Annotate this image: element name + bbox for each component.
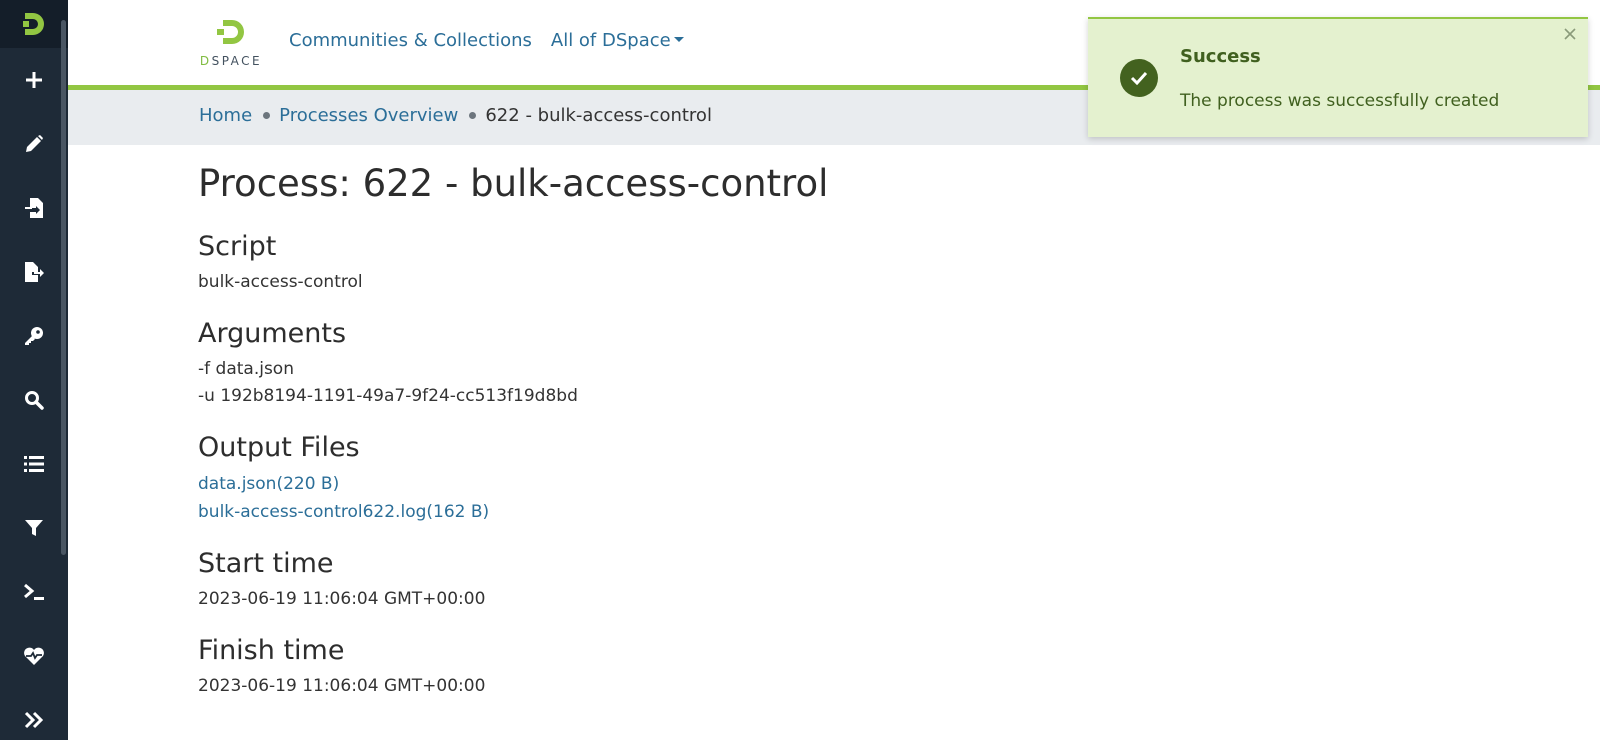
sidebar-item-registries[interactable]	[0, 432, 68, 496]
nav-all-of-dspace-label: All of DSpace	[550, 30, 671, 51]
dspace-logo-icon	[217, 20, 244, 44]
argument-item: -f data.json	[198, 359, 294, 379]
finish-time-heading: Finish time	[198, 635, 345, 666]
breadcrumb-separator	[469, 112, 477, 119]
start-time-heading: Start time	[198, 548, 334, 579]
start-time-section: Start time 2023-06-19 11:06:04 GMT+00:00	[198, 546, 1098, 613]
argument-item: -u 192b8194-1191-49a7-9f24-cc513f19d8bd	[198, 386, 578, 406]
sidebar-item-new[interactable]	[0, 48, 68, 112]
check-circle-icon	[1120, 59, 1158, 97]
main-nav: Communities & Collections All of DSpace	[289, 30, 684, 51]
sidebar-item-expand[interactable]	[0, 688, 68, 752]
sidebar-item-curation[interactable]	[0, 496, 68, 560]
finish-time-section: Finish time 2023-06-19 11:06:04 GMT+00:0…	[198, 633, 1098, 700]
toast-message: The process was successfully created	[1180, 91, 1500, 111]
output-file-link[interactable]: data.json(220 B)	[198, 470, 1098, 498]
close-icon[interactable]	[1562, 26, 1578, 42]
list-icon	[24, 456, 44, 472]
dspace-logo-icon	[23, 13, 44, 35]
arguments-section: Arguments -f data.json -u 192b8194-1191-…	[198, 316, 1098, 410]
output-file-link[interactable]: bulk-access-control622.log(162 B)	[198, 498, 1098, 526]
start-time-value: 2023-06-19 11:06:04 GMT+00:00	[198, 589, 486, 609]
output-files-heading: Output Files	[198, 432, 360, 463]
finish-time-value: 2023-06-19 11:06:04 GMT+00:00	[198, 676, 486, 696]
toast-title: Success	[1180, 46, 1261, 67]
output-files-section: Output Files data.json(220 B) bulk-acces…	[198, 430, 1098, 526]
caret-down-icon	[673, 37, 684, 42]
filter-icon	[25, 520, 43, 536]
script-heading: Script	[198, 231, 277, 262]
sidebar-item-import[interactable]	[0, 176, 68, 240]
arguments-heading: Arguments	[198, 318, 347, 349]
heartbeat-icon	[24, 647, 44, 665]
file-import-icon	[25, 198, 43, 218]
success-toast: Success The process was successfully cre…	[1088, 17, 1588, 137]
brand-wordmark: DSPACE	[199, 54, 263, 68]
file-export-icon	[25, 262, 44, 282]
admin-sidebar	[0, 0, 68, 740]
sidebar-item-export[interactable]	[0, 240, 68, 304]
breadcrumb-home[interactable]: Home	[199, 105, 252, 126]
pencil-icon	[26, 135, 43, 152]
sidebar-scrollbar[interactable]	[61, 20, 66, 555]
sidebar-logo[interactable]	[0, 0, 68, 48]
script-section: Script bulk-access-control	[198, 229, 1098, 296]
key-icon	[25, 327, 43, 345]
script-value: bulk-access-control	[198, 272, 363, 292]
terminal-icon	[24, 583, 44, 600]
nav-communities-collections[interactable]: Communities & Collections	[289, 30, 532, 51]
sidebar-item-access-control[interactable]	[0, 304, 68, 368]
breadcrumb-current: 622 - bulk-access-control	[485, 105, 712, 126]
sidebar-item-health[interactable]	[0, 624, 68, 688]
double-chevron-right-icon	[24, 711, 44, 729]
nav-all-of-dspace[interactable]: All of DSpace	[551, 30, 684, 51]
dspace-home-logo[interactable]: DSPACE	[198, 18, 264, 68]
process-detail: Process: 622 - bulk-access-control Scrip…	[198, 160, 1098, 720]
breadcrumb-processes[interactable]: Processes Overview	[279, 105, 458, 126]
sidebar-item-processes[interactable]	[0, 560, 68, 624]
plus-icon	[26, 72, 42, 88]
sidebar-item-edit[interactable]	[0, 112, 68, 176]
search-icon	[25, 391, 44, 410]
breadcrumb-separator	[263, 112, 271, 119]
sidebar-item-search[interactable]	[0, 368, 68, 432]
page-title: Process: 622 - bulk-access-control	[198, 162, 829, 205]
